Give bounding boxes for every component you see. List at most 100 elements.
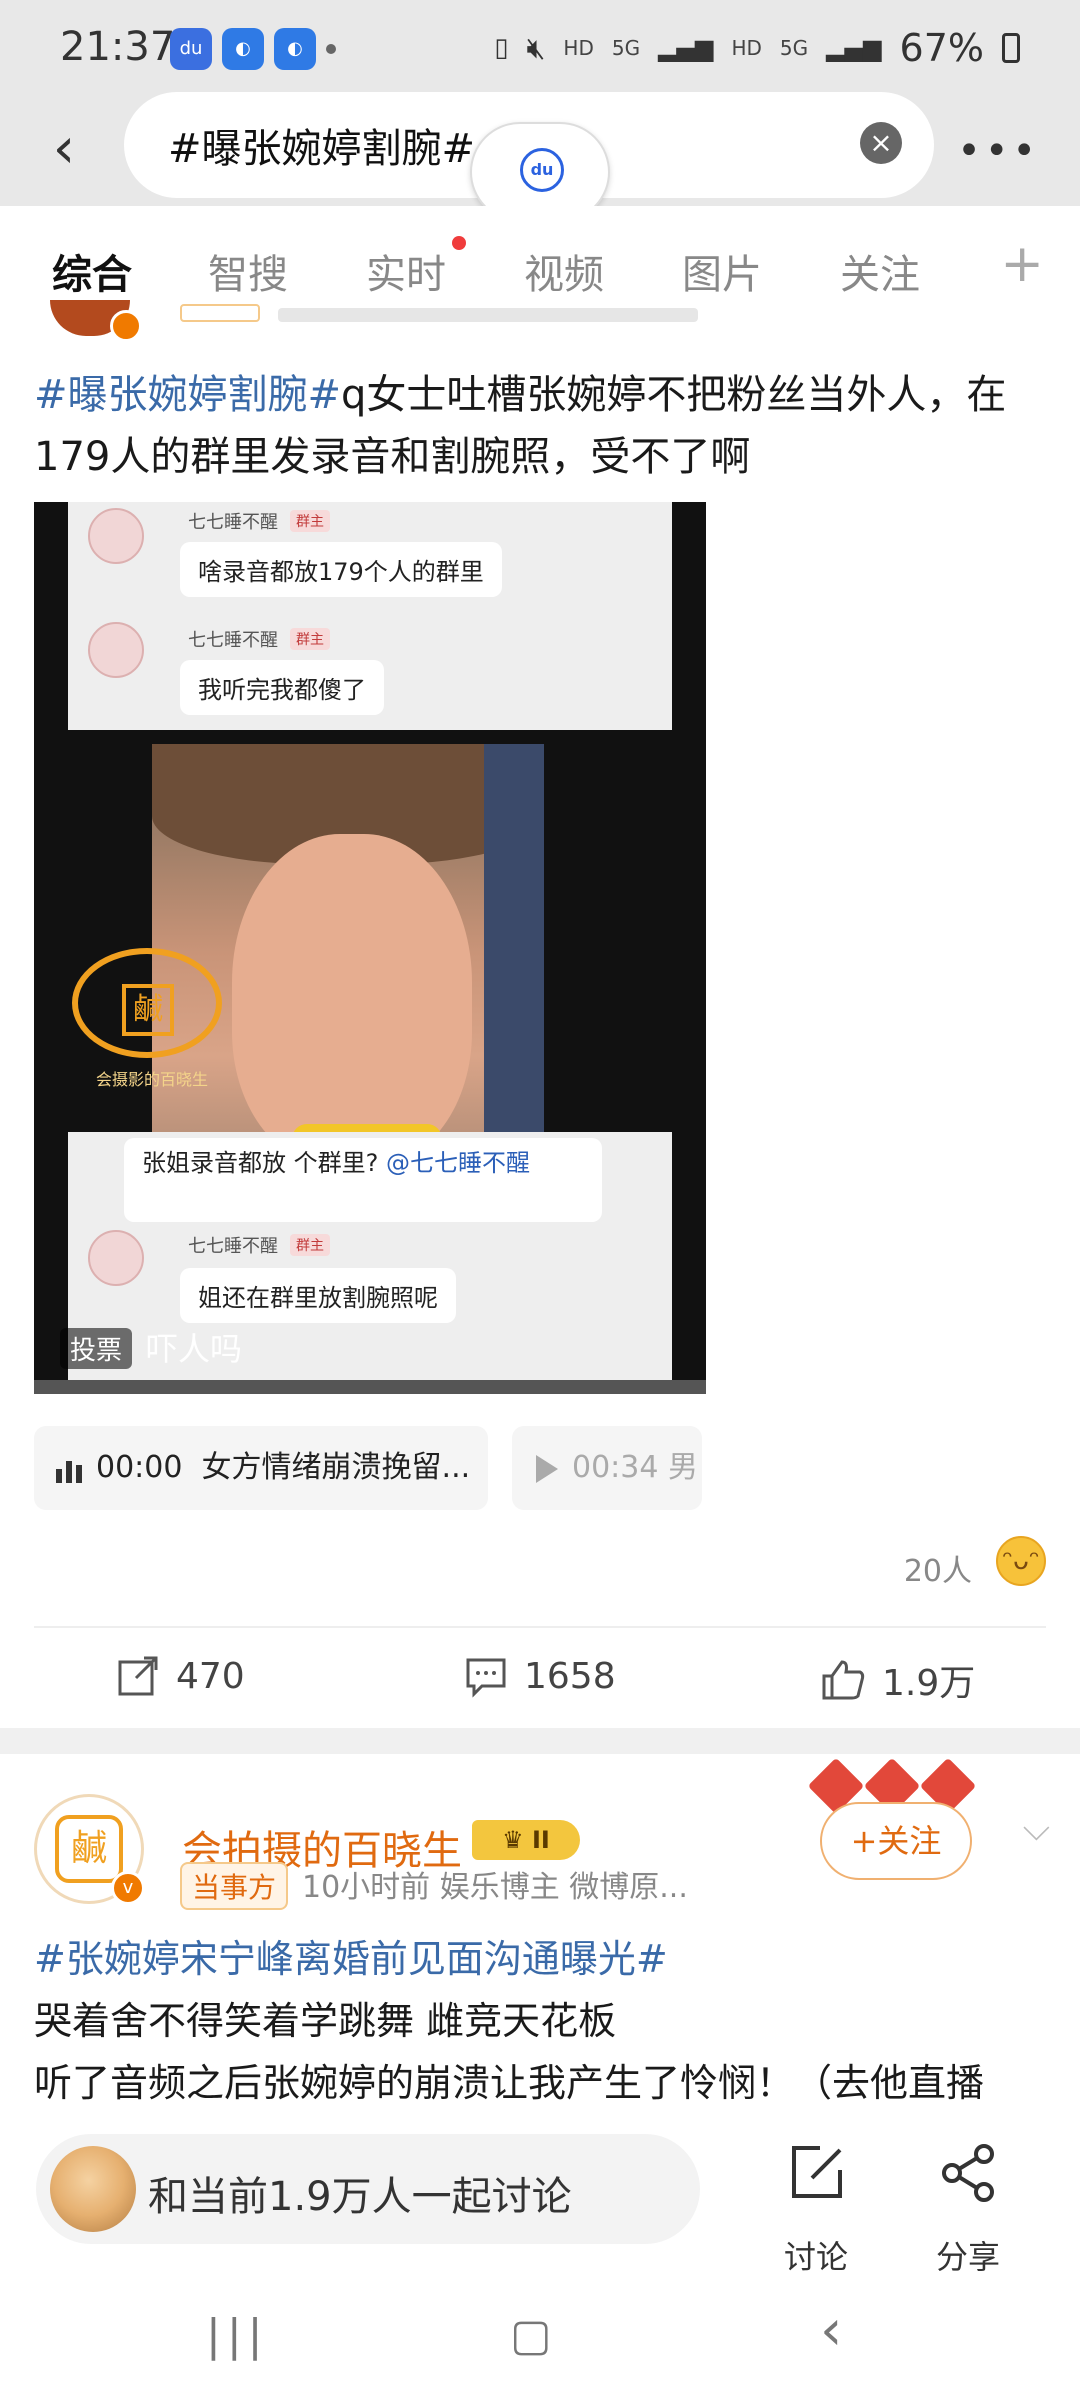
share-button[interactable]: 分享 [908,2132,1028,2276]
audio-chip[interactable]: 00:00 女方情绪崩溃挽留... [34,1426,488,1510]
hashtag-link[interactable]: #曝张婉婷割腕# [34,372,341,418]
audio-time: 00:34 [572,1450,659,1485]
laughing-emoji-icon[interactable]: ᵔᴗᵔ [996,1536,1046,1586]
tab-comprehensive[interactable]: 综合 [52,242,132,300]
chat-role-badge: 群主 [290,1234,330,1256]
chat-name: 七七睡不醒 [188,512,278,533]
repost-icon [118,1656,158,1696]
new-dot-icon [452,236,466,250]
audio-title: 女方情绪崩溃挽留... [201,1450,471,1485]
hashtag-link[interactable]: #张婉婷宋宁峰离婚前见面沟通曝光# [34,1937,668,1981]
media-strip [34,1380,706,1394]
tab-following[interactable]: 关注 [840,242,920,300]
baidu-icon: du [170,28,212,70]
divider [34,1626,1046,1628]
play-icon [536,1454,558,1483]
post-meta: 10小时前 娱乐博主 微博原... [302,1870,688,1905]
clear-icon[interactable]: × [860,122,902,164]
sim-icon: ▯ [494,33,509,63]
search-header: ‹ #曝张婉婷割腕# × ••• du [0,92,1080,222]
chat-role-badge: 群主 [290,628,330,650]
discuss-label: 讨论 [783,2238,848,2276]
post-line: 听了音频之后张婉婷的崩溃让我产生了怜悯！（去他直播 [34,2061,985,2105]
signal-icon: ▂▄▆ [826,34,882,62]
like-button[interactable]: 1.9万 [820,1654,975,1706]
follow-button[interactable]: +关注 [820,1802,972,1880]
back-icon[interactable]: ‹ [820,2298,842,2363]
chat-mention: @七七睡不醒 [386,1149,531,1177]
watermark-logo: 鹹 会摄影的百晓生 [64,948,244,1098]
vote-question: 吓人吗 [146,1330,243,1368]
share-label: 分享 [935,2238,1000,2276]
audio-title: 男 [668,1450,699,1485]
system-nav-bar: ||| ▢ ‹ [0,2288,1080,2400]
chat-bubble: 姐还在群里放割腕照呢 [180,1268,456,1323]
like-count: 1.9万 [882,1663,976,1704]
chat-bubble: 张姐录音都放 个群里? @七七睡不醒 [124,1138,602,1222]
hd-label: HD [563,36,594,60]
audio-bars-icon [56,1455,82,1483]
tab-video[interactable]: 视频 [524,242,604,300]
chat-role-badge: 群主 [290,510,330,532]
post-text: #张婉婷宋宁峰离婚前见面沟通曝光# 哭着舍不得笑着学跳舞 雌竞天花板 听了音频之… [34,1928,1054,2114]
tab-bar: 综合 智搜 实时 视频 图片 关注 + [0,206,1080,316]
browser-icon: ◐ [222,28,264,70]
chat-avatar [88,508,144,564]
chat-bubble: 我听完我都傻了 [180,660,384,715]
notification-dot-icon [326,44,336,54]
audio-time: 00:00 [96,1450,183,1485]
vote-badge[interactable]: 投票 [60,1328,133,1369]
tab-smart-search[interactable]: 智搜 [208,242,288,300]
card-separator [0,1728,1080,1754]
avatar[interactable]: 鹹 v [34,1794,145,1905]
comment-count: 1658 [524,1655,616,1697]
verified-badge-icon [110,310,142,342]
discuss-input[interactable]: 和当前1.9万人一起讨论 [36,2134,700,2244]
role-badge: 当事方 [180,1862,289,1910]
status-bar: 21:37 du ◐ ◐ ▯ 🔇︎ HD 5G ▂▄▆ HD 5G ▂▄▆ 67… [0,0,1080,100]
avatar-logo: 鹹 [55,1815,123,1883]
search-query: #曝张婉婷割腕# [168,126,476,172]
tab-images[interactable]: 图片 [682,242,762,300]
tab-realtime[interactable]: 实时 [366,242,446,300]
chat-avatar [88,622,144,678]
audio-chip[interactable]: 00:34 男 [512,1426,702,1510]
mute-icon: 🔇︎ [526,30,546,66]
network-label: 5G [611,36,641,60]
chat-avatar [88,1230,144,1286]
recent-apps-icon[interactable]: ||| [206,2310,268,2361]
post-meta-cut [180,304,740,332]
thumbs-up-icon [822,1660,865,1700]
post-media[interactable]: 七七睡不醒 群主 啥录音都放179个人的群里 七七睡不醒 群主 我听完我都傻了 … [34,502,706,1394]
chat-message: 张姐录音都放 个群里? [142,1149,379,1177]
chat-name: 七七睡不醒 [188,1236,278,1257]
back-arrow-icon[interactable]: ‹ [34,114,94,184]
post-text: #曝张婉婷割腕#q女士吐槽张婉婷不把粉丝当外人，在179人的群里发录音和割腕照，… [34,364,1044,488]
more-icon[interactable]: ••• [957,128,1040,174]
chat-screenshot: 七七睡不醒 群主 啥录音都放179个人的群里 七七睡不醒 群主 我听完我都傻了 [68,502,672,730]
repost-button[interactable]: 470 [116,1654,245,1698]
user-avatar [50,2146,136,2232]
signal-icon: ▂▄▆ [658,34,714,62]
home-icon[interactable]: ▢ [510,2310,552,2361]
discuss-placeholder: 和当前1.9万人一起讨论 [148,2174,572,2220]
discuss-button[interactable]: 讨论 [756,2132,876,2276]
edit-icon [792,2146,842,2198]
network-label: 5G [779,36,809,60]
comment-icon [466,1658,506,1698]
comment-button[interactable]: 1658 [464,1654,616,1698]
watermark-char: 鹹 [122,984,174,1036]
share-icon [942,2144,994,2202]
clock: 21:37 [60,24,176,70]
browser-icon: ◐ [274,28,316,70]
watermark-caption: 会摄影的百晓生 [96,1070,209,1089]
add-tab-icon[interactable]: + [1000,234,1044,294]
level-badge: ♛ II [472,1820,580,1860]
battery-icon [1002,33,1020,63]
chat-bubble: 啥录音都放179个人的群里 [180,542,502,597]
repost-count: 470 [176,1655,245,1697]
hd-label: HD [731,36,762,60]
verified-badge-icon: v [111,1871,145,1905]
post-line: 哭着舍不得笑着学跳舞 雌竞天花板 [34,1999,617,2043]
chevron-down-icon[interactable]: ⌵ [1023,1808,1050,1850]
